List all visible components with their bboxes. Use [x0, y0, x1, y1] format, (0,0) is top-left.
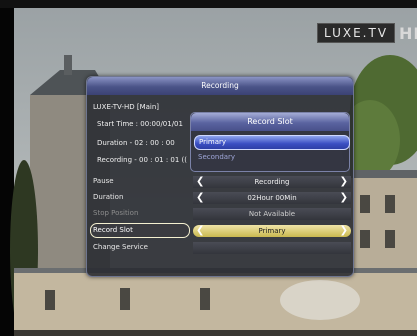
record-slot-popup: Record Slot Primary Secondary [190, 112, 350, 172]
row-value-text: Recording [254, 178, 290, 186]
row-change-service[interactable]: Change Service [89, 240, 351, 255]
start-time: Start Time : 00:00/01/01 [97, 120, 183, 128]
chevron-left-icon[interactable]: ❮ [196, 192, 204, 204]
row-label: Duration [93, 193, 124, 201]
popup-title: Record Slot [191, 113, 349, 131]
row-stop-position: Stop Position Not Available [89, 206, 351, 221]
row-label: Stop Position [93, 209, 139, 217]
row-label: Record Slot [93, 226, 133, 234]
row-value [193, 242, 351, 254]
logo-hd-badge: HD [399, 23, 417, 43]
row-duration[interactable]: Duration ❮ 02Hour 00Min ❯ [89, 190, 351, 205]
chevron-left-icon[interactable]: ❮ [196, 176, 204, 188]
option-primary[interactable]: Primary [194, 135, 350, 150]
chevron-right-icon[interactable]: ❯ [340, 225, 348, 237]
row-value: Not Available [193, 208, 351, 220]
row-value[interactable]: ❮ 02Hour 00Min ❯ [193, 192, 351, 204]
duration-info: Duration - 02 : 00 : 00 [97, 139, 175, 147]
logo-brand: LUXE.TV [317, 23, 396, 43]
row-label: Change Service [93, 243, 148, 251]
recording-dialog: Recording LUXE-TV-HD [Main] Start Time :… [86, 76, 354, 277]
chevron-right-icon[interactable]: ❯ [340, 192, 348, 204]
chevron-left-icon[interactable]: ❮ [196, 225, 204, 237]
dialog-title: Recording [87, 77, 353, 95]
row-record-slot[interactable]: Record Slot ❮ Primary ❯ [89, 223, 351, 238]
chevron-right-icon[interactable]: ❯ [340, 176, 348, 188]
tv-screen: LUXE.TV HD Recording LUXE-TV-HD [Main] S… [0, 0, 417, 336]
row-value-text: Primary [258, 227, 286, 235]
row-label: Pause [93, 177, 114, 185]
row-value[interactable]: ❮ Recording ❯ [193, 176, 351, 188]
row-value[interactable]: ❮ Primary ❯ [193, 225, 351, 237]
row-value-text: 02Hour 00Min [247, 194, 297, 202]
option-secondary[interactable]: Secondary [194, 151, 348, 164]
row-pause[interactable]: Pause ❮ Recording ❯ [89, 174, 351, 189]
channel-name: LUXE-TV-HD [Main] [93, 103, 160, 111]
channel-logo: LUXE.TV HD [317, 23, 417, 43]
recording-elapsed: Recording - 00 : 01 : 01 (( [97, 156, 188, 164]
row-value-text: Not Available [248, 210, 296, 218]
